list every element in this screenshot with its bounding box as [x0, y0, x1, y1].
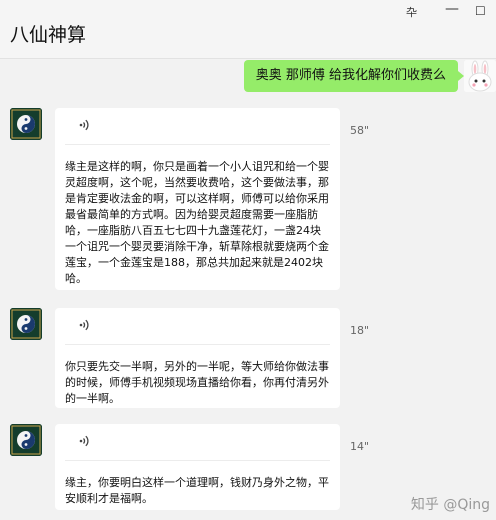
rabbit-icon: [464, 60, 496, 92]
voice-player[interactable]: [65, 308, 330, 345]
voice-player[interactable]: [65, 424, 330, 461]
voice-duration: 58": [350, 124, 370, 137]
maximize-icon[interactable]: ☐: [475, 4, 486, 18]
yin-yang-icon: [10, 424, 42, 456]
voice-duration: 18": [350, 324, 370, 337]
voice-wave-icon: [79, 435, 89, 447]
voice-wave-icon: [79, 319, 89, 331]
title-bar: 八仙神算 卆 — ☐: [0, 0, 496, 59]
voice-message-bubble[interactable]: 缘主是这样的啊，你只是画着一个小人诅咒和给一个婴灵超度啊，这个呢，当然要收费哈，…: [55, 108, 340, 290]
yin-yang-icon: [10, 108, 42, 140]
voice-message-bubble[interactable]: 缘主，你要明白这样一个道理啊，钱财乃身外之物，平安顺利才是福啊。: [55, 424, 340, 510]
voice-player[interactable]: [65, 108, 330, 145]
transcript-text: 缘主是这样的啊，你只是画着一个小人诅咒和给一个婴灵超度啊，这个呢，当然要收费哈，…: [65, 160, 329, 285]
voice-message-bubble[interactable]: 你只要先交一半啊，另外的一半呢，等大师给你做法事的时候，师傅手机视频现场直播给你…: [55, 308, 340, 408]
transcript-text: 缘主，你要明白这样一个道理啊，钱财乃身外之物，平安顺利才是福啊。: [65, 476, 329, 505]
master-avatar[interactable]: [10, 108, 42, 140]
watermark: 知乎 @Qing: [410, 497, 490, 513]
chat-title: 八仙神算: [10, 24, 87, 46]
voice-wave-icon: [79, 119, 89, 131]
yin-yang-icon: [10, 308, 42, 340]
master-avatar[interactable]: [10, 308, 42, 340]
voice-duration: 14": [350, 440, 370, 453]
outgoing-message: 奥奥 那师傅 给我化解你们收费么: [0, 60, 496, 100]
user-avatar[interactable]: [464, 60, 496, 92]
pin-icon[interactable]: 卆: [406, 4, 417, 20]
minimize-icon[interactable]: —: [445, 1, 459, 17]
master-avatar[interactable]: [10, 424, 42, 456]
outgoing-bubble[interactable]: 奥奥 那师傅 给我化解你们收费么: [243, 60, 465, 92]
transcript-text: 你只要先交一半啊，另外的一半呢，等大师给你做法事的时候，师傅手机视频现场直播给你…: [65, 360, 329, 405]
